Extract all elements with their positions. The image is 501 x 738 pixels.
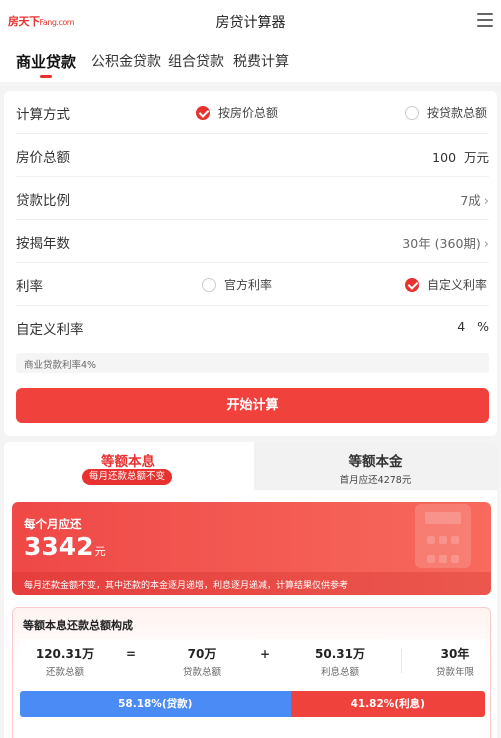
house-price-unit: 万元 (463, 150, 489, 165)
mortgage-years-label: 按揭年数 (16, 236, 70, 252)
row-custom-rate[interactable]: 自定义利率 4 % (16, 306, 489, 349)
house-price-number: 100 (432, 150, 457, 165)
monthly-payment-amount: 3342元 (24, 532, 106, 561)
loan-type-tabs: 商业贷款 公积金贷款 组合贷款 税费计算 (0, 42, 501, 82)
monthly-payment-label: 每个月应还 (24, 517, 82, 531)
loan-ratio-text: 7成 (460, 193, 481, 208)
house-price-value[interactable]: 100 万元 (432, 147, 489, 166)
house-price-label: 房价总额 (16, 150, 70, 166)
custom-rate-label: 自定义利率 (16, 322, 84, 338)
equal-principal-title: 等额本金 (348, 454, 403, 470)
breakdown-divider (401, 649, 402, 673)
monthly-payment-unit: 元 (94, 545, 106, 558)
loan-total: 70万 贷款总额 (166, 645, 238, 678)
monthly-payment-note: 每月还款金额不变，其中还款的本金逐月递增，利息逐月递减，计算结果仅供参考 (12, 572, 491, 595)
mortgage-years-value[interactable]: 30年 (360期) › (402, 233, 489, 252)
custom-rate-unit: % (477, 319, 489, 334)
breakdown-title: 等额本息还款总额构成 (23, 619, 133, 632)
tab-tax-calculation[interactable]: 税费计算 (233, 51, 289, 71)
active-tab-indicator (40, 75, 52, 78)
repayment-breakdown: 等额本息还款总额构成 120.31万 还款总额 = 70万 贷款总额 + 50.… (12, 607, 491, 738)
interest-total-value: 50.31万 (315, 647, 365, 661)
result-panel: 等额本息 每月还款总额不变 等额本金 首月应还4278元 每个月应还 3342元… (4, 442, 497, 738)
row-house-price[interactable]: 房价总额 100 万元 (16, 134, 489, 177)
interest-share-segment: 41.82%(利息) (290, 691, 485, 717)
equal-payment-badge: 每月还款总额不变 (82, 469, 172, 485)
interest-rate-label: 利率 (16, 279, 43, 295)
interest-total-caption: 利息总额 (320, 667, 359, 678)
calc-method-label: 计算方式 (16, 107, 70, 123)
rate-note: 商业贷款利率4% (16, 353, 489, 373)
menu-icon[interactable] (477, 13, 493, 27)
loan-total-caption: 贷款总额 (182, 667, 221, 678)
loan-total-value: 70万 (187, 647, 217, 661)
row-interest-rate: 利率 官方利率 自定义利率 (16, 263, 489, 306)
custom-rate-number: 4 (457, 319, 466, 334)
tab-commercial-loan[interactable]: 商业贷款 (16, 51, 76, 72)
row-calc-method: 计算方式 按房价总额 按贷款总额 (16, 91, 489, 134)
option-by-house-price[interactable]: 按房价总额 (196, 104, 278, 121)
chevron-right-icon: › (483, 237, 489, 252)
loan-term-caption: 贷款年限 (435, 667, 474, 678)
option-custom-rate[interactable]: 自定义利率 (405, 276, 487, 293)
equals-sign: = (126, 647, 137, 661)
tab-provident-fund-loan[interactable]: 公积金贷款 (91, 51, 161, 71)
loan-ratio-value[interactable]: 7成 › (460, 190, 489, 209)
start-calculation-button[interactable]: 开始计算 (16, 388, 489, 423)
loan-term-value: 30年 (440, 647, 470, 661)
tab-equal-payment[interactable]: 等额本息 每月还款总额不变 (4, 442, 252, 490)
calculator-icon (415, 504, 471, 568)
equal-principal-subtitle: 首月应还4278元 (339, 475, 412, 486)
total-repayment-caption: 还款总额 (45, 667, 84, 678)
loan-term: 30年 贷款年限 (430, 645, 480, 678)
app-header: 房天下Fang.com 房贷计算器 (0, 0, 501, 42)
total-repayment: 120.31万 还款总额 (28, 645, 102, 678)
tab-combined-loan[interactable]: 组合贷款 (168, 51, 224, 71)
equal-payment-title: 等额本息 (101, 454, 155, 470)
loan-share-segment: 58.18%(贷款) (20, 691, 291, 717)
loan-form: 计算方式 按房价总额 按贷款总额 房价总额 100 万元 贷款比例 7成 › 按揭… (4, 91, 497, 436)
plus-sign: + (260, 647, 271, 661)
radio-empty-icon (202, 278, 216, 292)
row-loan-ratio[interactable]: 贷款比例 7成 › (16, 177, 489, 220)
check-icon (405, 278, 419, 292)
tab-equal-principal[interactable]: 等额本金 首月应还4278元 (254, 442, 497, 490)
mortgage-years-text: 30年 (360期) (402, 236, 481, 251)
interest-total: 50.31万 利息总额 (300, 645, 380, 678)
share-bar: 58.18%(贷款) 41.82%(利息) (20, 691, 485, 717)
row-mortgage-years[interactable]: 按揭年数 30年 (360期) › (16, 220, 489, 263)
option-by-house-price-label: 按房价总额 (218, 106, 279, 120)
check-icon (196, 106, 210, 120)
custom-rate-value[interactable]: 4 % (457, 319, 489, 334)
option-custom-rate-label: 自定义利率 (427, 278, 488, 292)
option-official-rate-label: 官方利率 (224, 278, 273, 292)
page-title: 房贷计算器 (215, 15, 286, 31)
radio-empty-icon (405, 106, 419, 120)
loan-ratio-label: 贷款比例 (16, 193, 70, 209)
chevron-right-icon: › (483, 194, 489, 209)
breakdown-row: 120.31万 还款总额 = 70万 贷款总额 + 50.31万 利息总额 30… (20, 639, 485, 681)
total-repayment-value: 120.31万 (35, 647, 95, 661)
option-by-loan-amount-label: 按贷款总额 (427, 106, 488, 120)
option-by-loan-amount[interactable]: 按贷款总额 (405, 104, 487, 121)
monthly-payment-card: 每个月应还 3342元 每月还款金额不变，其中还款的本金逐月递增，利息逐月递减，… (12, 502, 491, 595)
monthly-payment-number: 3342 (24, 532, 94, 561)
option-official-rate[interactable]: 官方利率 (202, 276, 272, 293)
